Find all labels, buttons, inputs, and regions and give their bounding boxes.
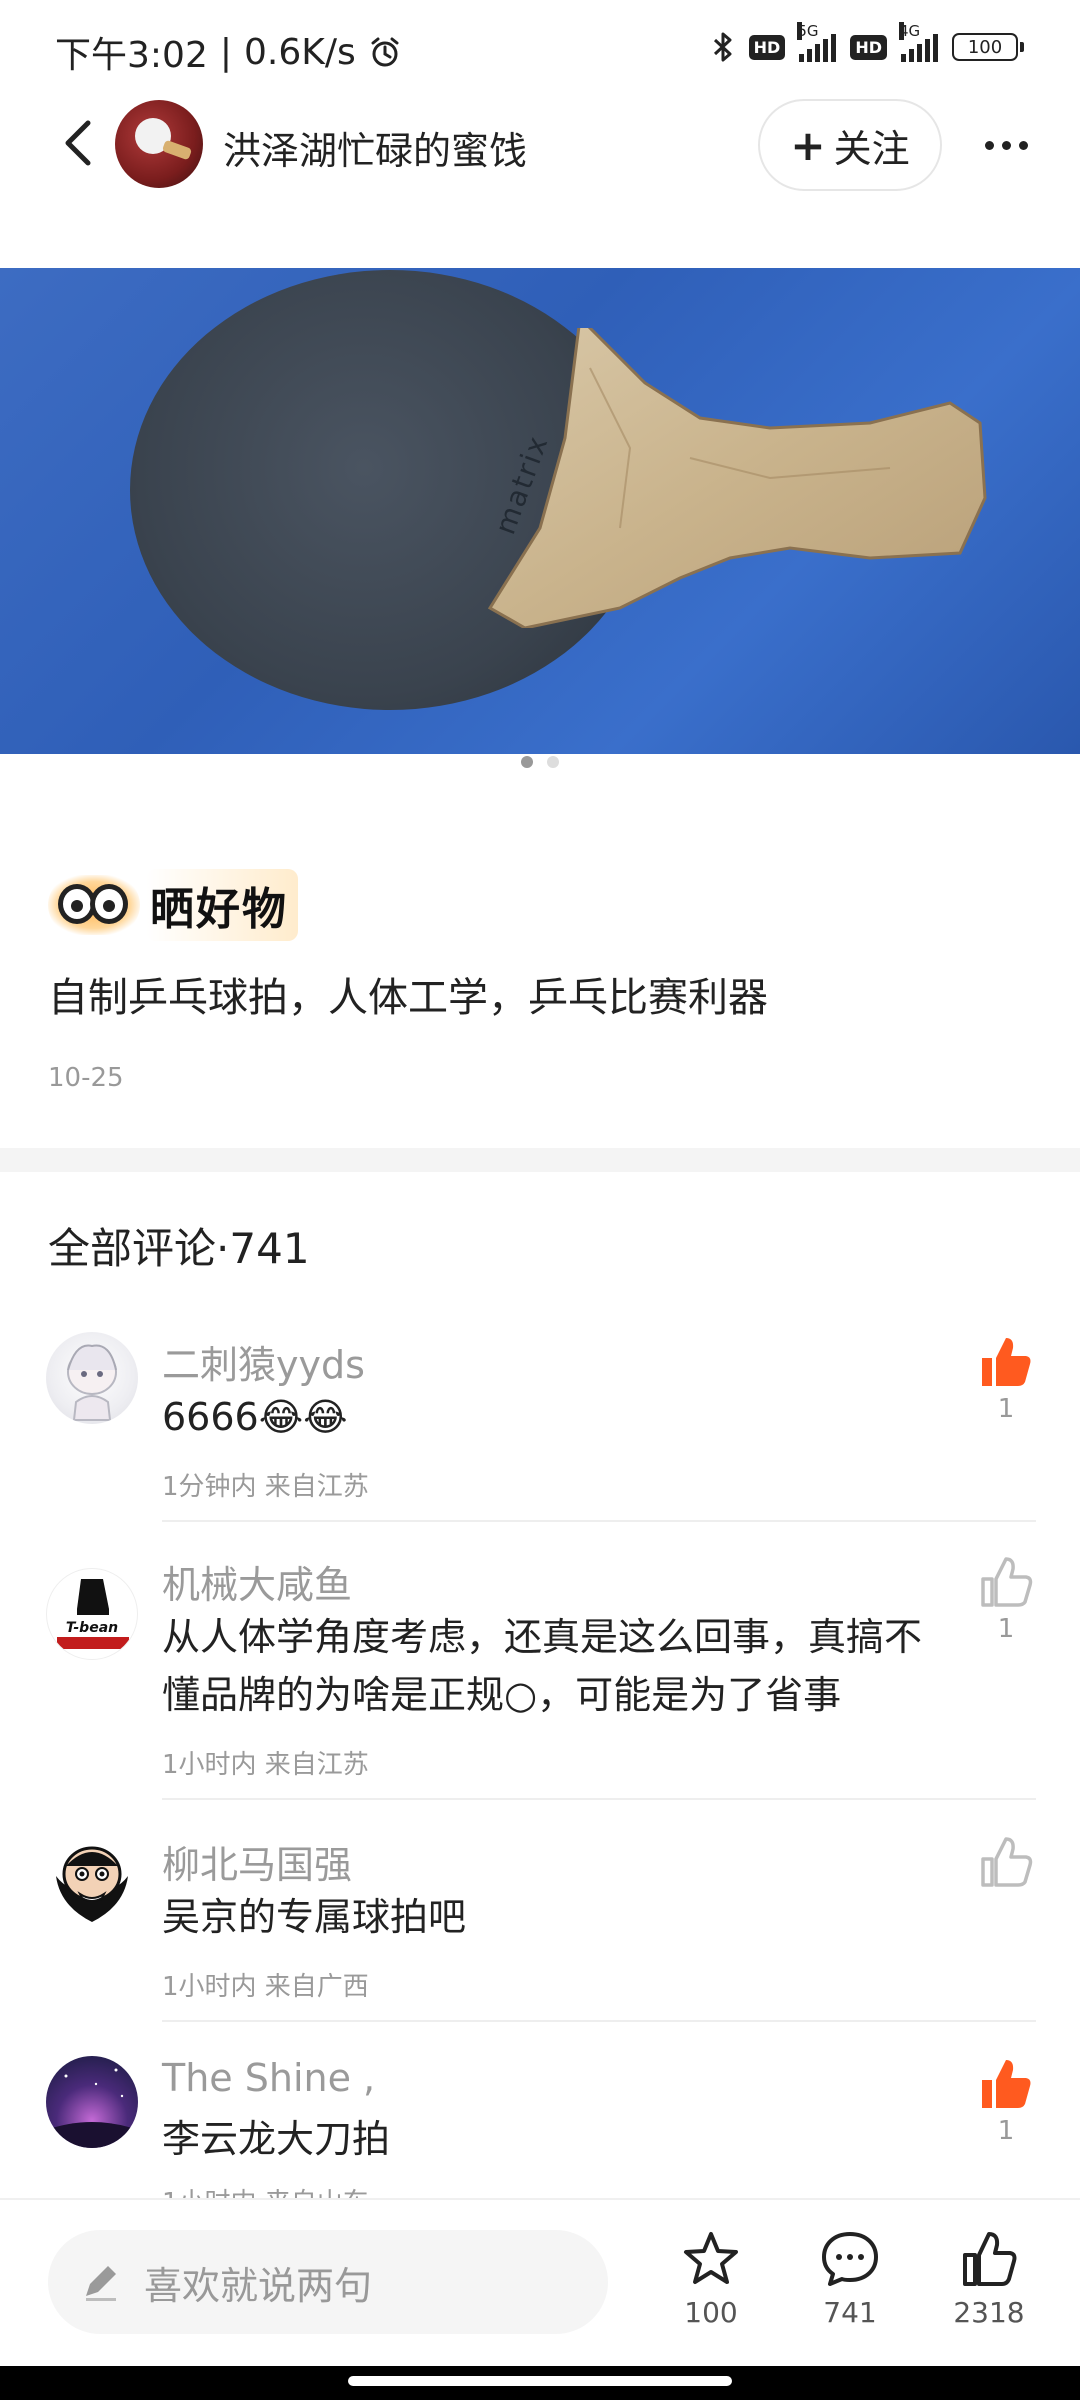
bluetooth-icon (713, 32, 732, 62)
commenter-avatar[interactable] (46, 1568, 138, 1660)
commenter-name[interactable]: 柳北马国强 (162, 1834, 352, 1889)
thumbs-up-icon (963, 2232, 1017, 2286)
comment-text: 吴京的专属球拍吧 (162, 1895, 467, 1939)
plus-icon: + (790, 120, 826, 170)
comment-separator (162, 1798, 1036, 1800)
pagination-dot[interactable] (547, 756, 559, 768)
network-5g-label: 5G (797, 22, 819, 40)
comment-like-count: 1 (997, 1394, 1015, 1424)
commenter-name[interactable]: 机械大咸鱼 (162, 1554, 352, 1609)
comments-header: 全部评论 · 741 (48, 1215, 310, 1276)
status-separator: | (219, 31, 232, 73)
network-4g-label: 4G (899, 22, 921, 40)
chevron-left-icon (65, 120, 91, 166)
post-image[interactable]: matrix (0, 268, 1080, 754)
comment-meta: 1小时内 来自广西 (162, 1972, 369, 2002)
section-divider (0, 1148, 1080, 1172)
status-left: 下午3:02 | 0.6K/s (55, 26, 402, 78)
more-dot-icon (1001, 140, 1011, 150)
comments-button[interactable]: 741 (795, 2228, 905, 2329)
comment-meta: 1分钟内 来自江苏 (162, 1472, 369, 1502)
favorite-count: 100 (684, 2296, 738, 2329)
pen-icon (86, 2266, 116, 2301)
comment-bubble-icon (822, 2232, 878, 2286)
star-icon (684, 2232, 738, 2284)
comment-like-button[interactable] (976, 1832, 1036, 1892)
avatar-handle-shape (161, 139, 193, 161)
favorite-button[interactable]: 100 (656, 2228, 766, 2329)
home-indicator[interactable] (348, 2376, 732, 2386)
follow-button[interactable]: + 关注 (758, 99, 942, 191)
commenter-avatar[interactable] (46, 1836, 138, 1928)
follow-label: 关注 (833, 126, 910, 171)
commenter-name[interactable]: 二刺猿yyds (162, 1334, 365, 1389)
thumbs-up-filled-icon (982, 1338, 1031, 1386)
comments-title: 全部评论 (48, 1224, 217, 1273)
piano-logo-icon (57, 1579, 129, 1649)
comment-like-button[interactable] (976, 1332, 1036, 1392)
comment-like-button[interactable] (976, 1552, 1036, 1612)
thumbs-up-outline-icon (981, 1557, 1033, 1607)
more-options-button[interactable] (976, 115, 1036, 175)
night-sky-avatar-icon (46, 2068, 138, 2148)
battery-level: 100 (967, 36, 1003, 58)
comment-text: 6666😂😂 (162, 1395, 348, 1439)
alarm-icon (371, 37, 399, 67)
thumbs-up-outline-icon (981, 1837, 1033, 1887)
signal-5g-icon: 5G (797, 22, 837, 62)
comment-input[interactable]: 喜欢就说两句 (48, 2230, 608, 2334)
status-network-speed: 0.6K/s (243, 31, 356, 73)
more-dot-icon (1018, 140, 1028, 150)
post-text: 自制乒乓球拍，人体工学，乒乓比赛利器 (48, 975, 768, 1021)
comment-text: 从人体学角度考虑，还真是这么回事，真搞不懂品牌的为啥是正规○，可能是为了省事 (162, 1615, 923, 1717)
image-pagination (0, 756, 1080, 768)
comment-input-placeholder: 喜欢就说两句 (144, 2263, 373, 2308)
comments-count: 741 (229, 1224, 310, 1273)
author-name[interactable]: 洪泽湖忙碌的蜜饯 (223, 120, 527, 175)
status-bar: 下午3:02 | 0.6K/s HD 5G HD 4G 100 (0, 0, 1080, 100)
comment-like-count: 1 (997, 2116, 1015, 2146)
like-button[interactable]: 2318 (934, 2228, 1044, 2329)
hd-badge-1: HD (748, 34, 786, 60)
bearded-man-avatar-icon (56, 1846, 128, 1922)
pagination-dot-active[interactable] (521, 756, 533, 768)
avatar-logo-text: T-bean (65, 1620, 119, 1636)
post-date: 10-25 (48, 1063, 124, 1093)
comment-text: 李云龙大刀拍 (162, 2117, 391, 2161)
comment-separator (162, 1520, 1036, 1522)
status-right: HD 5G HD 4G 100 (711, 22, 1024, 64)
hd-badge-2: HD (850, 34, 887, 60)
battery-icon: 100 (952, 33, 1024, 61)
comment-meta: 1小时内 来自江苏 (162, 1750, 369, 1780)
top-nav: 洪泽湖忙碌的蜜饯 + 关注 (0, 95, 1080, 195)
comment-like-button[interactable] (976, 2054, 1036, 2114)
author-avatar[interactable] (115, 100, 203, 188)
status-time: 下午3:02 (55, 35, 208, 76)
comment-like-count: 1 (997, 1614, 1015, 1644)
paddle-handle (487, 328, 987, 628)
comments-count-bottom: 741 (823, 2296, 877, 2329)
thumbs-up-filled-icon (982, 2060, 1031, 2108)
anime-avatar-icon (67, 1344, 117, 1421)
commenter-name[interactable]: The Shine , (162, 2056, 375, 2100)
tag-label: 晒好物 (146, 869, 298, 941)
more-dot-icon (984, 140, 994, 150)
bottom-action-bar: 喜欢就说两句 100 741 2318 (0, 2198, 1080, 2366)
eyes-logo-icon (48, 870, 140, 940)
commenter-avatar[interactable] (46, 2056, 138, 2148)
tag-show-goods[interactable]: 晒好物 (48, 869, 298, 941)
commenter-avatar[interactable] (46, 1332, 138, 1424)
like-count: 2318 (953, 2296, 1025, 2329)
back-button[interactable] (50, 113, 110, 173)
comments-header-separator: · (216, 1224, 230, 1273)
comment-separator (162, 2020, 1036, 2022)
signal-4g-icon: 4G (899, 22, 938, 62)
